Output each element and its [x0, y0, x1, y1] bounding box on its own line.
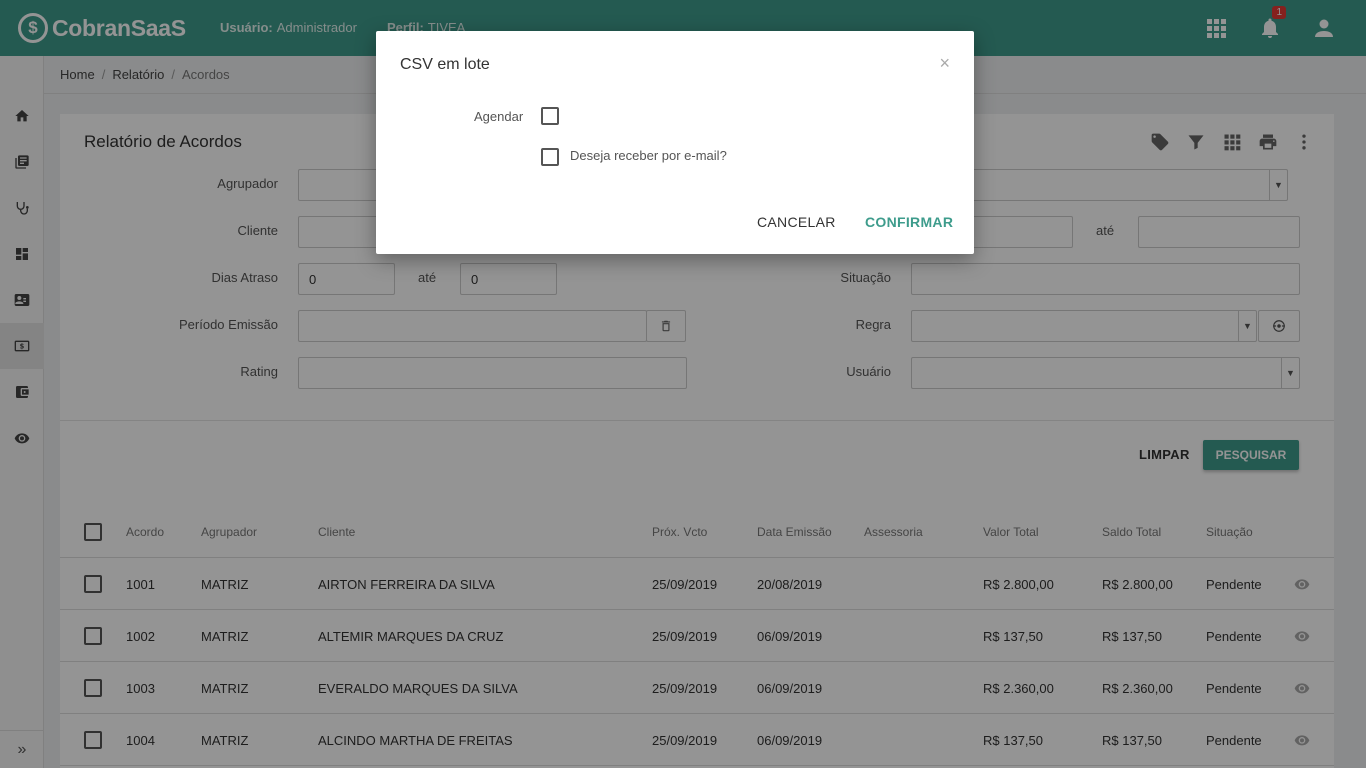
schedule-label: Agendar [474, 109, 524, 124]
dialog-title: CSV em lote [400, 56, 490, 73]
email-label: Deseja receber por e-mail? [570, 148, 727, 163]
close-icon[interactable]: × [939, 53, 950, 74]
csv-batch-dialog: CSV em lote × Agendar Deseja receber por… [376, 31, 974, 254]
schedule-checkbox[interactable] [541, 107, 559, 125]
email-checkbox[interactable] [541, 148, 559, 166]
cancel-button[interactable]: CANCELAR [757, 214, 836, 230]
confirm-button[interactable]: CONFIRMAR [865, 214, 953, 230]
